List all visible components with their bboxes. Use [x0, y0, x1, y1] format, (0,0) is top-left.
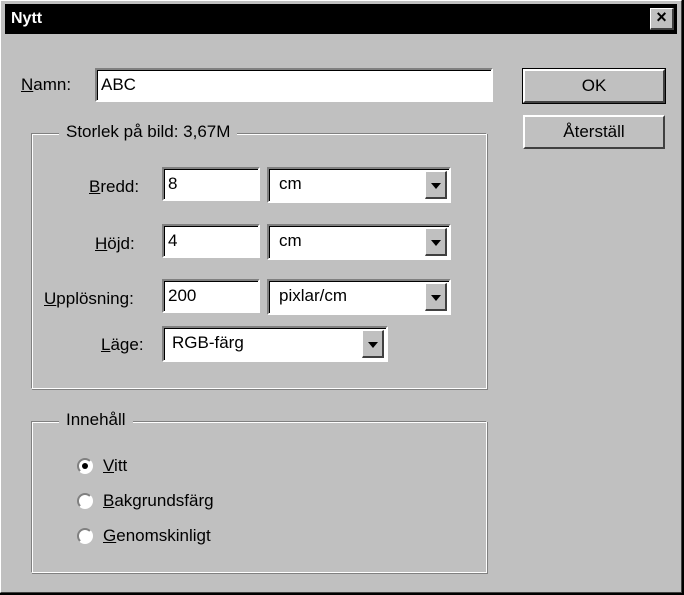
- chevron-down-icon[interactable]: [425, 171, 447, 199]
- mode-value: RGB-färg: [172, 333, 244, 352]
- mode-select[interactable]: RGB-färg: [162, 326, 388, 362]
- height-unit-value: cm: [279, 231, 302, 250]
- height-label: Höjd:: [95, 234, 135, 253]
- ok-button[interactable]: OK: [522, 68, 666, 104]
- chevron-down-icon[interactable]: [425, 283, 447, 311]
- reset-button[interactable]: Återställ: [523, 115, 665, 149]
- resolution-value: 200: [168, 286, 197, 305]
- contents-legend: Innehåll: [59, 410, 133, 430]
- close-button[interactable]: ×: [650, 8, 674, 30]
- chevron-down-icon[interactable]: [362, 330, 384, 358]
- resolution-unit-select[interactable]: pixlar/cm: [267, 279, 451, 315]
- contents-group: [31, 421, 487, 573]
- radio-label-transparent: Genomskinligt: [103, 526, 211, 545]
- image-size-legend: Storlek på bild: 3,67M: [59, 122, 238, 142]
- chevron-down-icon[interactable]: [425, 228, 447, 256]
- name-label: Namn:: [21, 75, 72, 94]
- width-input[interactable]: 8: [162, 167, 260, 201]
- resolution-input[interactable]: 200: [162, 279, 260, 313]
- mode-label: Läge:: [101, 335, 144, 354]
- radio-button[interactable]: [77, 528, 93, 544]
- width-value: 8: [168, 174, 178, 193]
- close-icon: ×: [656, 7, 667, 27]
- radio-label-white: Vitt: [103, 456, 128, 475]
- window-title: Nytt: [11, 10, 43, 27]
- width-unit-value: cm: [279, 174, 302, 193]
- radio-button[interactable]: [77, 493, 93, 509]
- new-image-dialog: Nytt × Namn: ABC OK Återställ Storlek på…: [0, 0, 682, 593]
- resolution-label: Upplösning:: [44, 289, 134, 308]
- radio-button-checked[interactable]: [77, 458, 93, 474]
- height-input[interactable]: 4: [162, 224, 260, 258]
- title-bar[interactable]: Nytt ×: [5, 4, 677, 34]
- height-value: 4: [168, 231, 178, 250]
- height-unit-select[interactable]: cm: [267, 224, 451, 260]
- name-input-value: ABC: [101, 75, 136, 94]
- width-unit-select[interactable]: cm: [267, 167, 451, 203]
- width-label: Bredd:: [89, 177, 140, 196]
- name-input[interactable]: ABC: [95, 68, 493, 102]
- radio-label-background-color: Bakgrundsfärg: [103, 491, 214, 510]
- resolution-unit-value: pixlar/cm: [279, 286, 348, 305]
